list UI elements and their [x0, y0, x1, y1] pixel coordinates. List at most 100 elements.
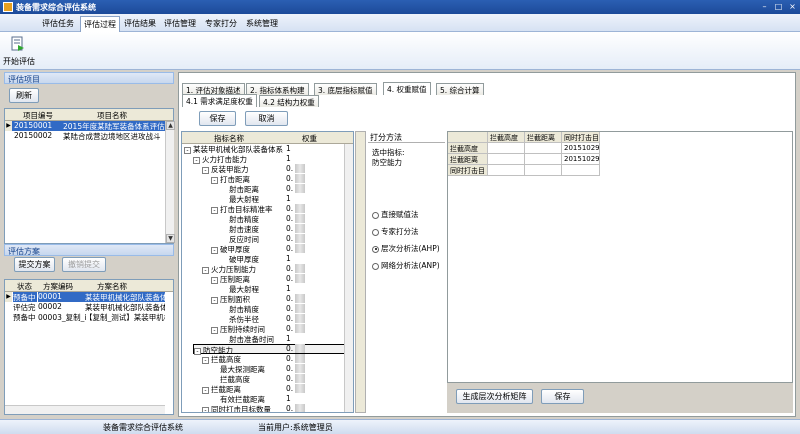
tree-row-weight[interactable]: 0. [286, 364, 293, 374]
tree-row[interactable]: - 防空能力 [193, 344, 348, 355]
tab-bottom-index[interactable]: 3. 底层指标赋值 [314, 83, 377, 95]
maximize-icon[interactable]: □ [772, 2, 785, 12]
tree-row-weight[interactable]: 0. [286, 344, 293, 354]
tree-row[interactable]: - 同时打击目标数量 [202, 404, 271, 412]
matrix-cell[interactable] [525, 143, 562, 154]
menu-results[interactable]: 评估结果 [124, 18, 156, 29]
tree-row[interactable]: 反应时间 [220, 234, 259, 244]
collapse-icon[interactable]: - [202, 166, 209, 174]
matrix-cell[interactable] [525, 154, 562, 165]
start-evaluation-button[interactable]: 开始评估 [0, 32, 42, 69]
tree-row[interactable]: - 火力压制能力 [202, 264, 256, 274]
tree-row-weight[interactable]: 1 [286, 194, 291, 204]
schemes-hscroll[interactable] [5, 405, 165, 414]
tree-row-weight[interactable]: 1 [286, 144, 291, 154]
save-button[interactable]: 保存 [199, 111, 236, 126]
tree-row[interactable]: - 破甲厚度 [211, 244, 250, 254]
menu-management[interactable]: 评估管理 [164, 18, 196, 29]
tree-row-weight[interactable]: 0. [286, 204, 293, 214]
tree-row-weight[interactable]: 0. [286, 244, 293, 254]
tree-row-weight[interactable]: 0. [286, 184, 293, 194]
collapse-icon[interactable]: - [202, 266, 209, 274]
radio-expert-scoring[interactable]: 专家打分法 [372, 226, 419, 237]
tree-row[interactable]: - 拦截距离 [202, 384, 241, 394]
splitter[interactable] [355, 131, 366, 413]
tree-row-weight[interactable]: 0. [286, 214, 293, 224]
radio-direct-assign[interactable]: 直接赋值法 [372, 209, 419, 220]
scheme-row[interactable]: 评估完 00002 某装甲机械化部队装备体 [5, 302, 173, 312]
tree-row[interactable]: 射击速度 [220, 224, 259, 234]
cancel-button[interactable]: 取消 [245, 111, 288, 126]
tree-row[interactable]: 有效拦截距离 [211, 394, 265, 404]
matrix-cell[interactable]: 2015102921 [562, 143, 600, 154]
tree-row[interactable]: - 打击目标精准率 [211, 204, 273, 214]
minimize-icon[interactable]: – [758, 2, 771, 12]
tree-row[interactable]: 杀伤半径 [220, 314, 259, 324]
submit-scheme-button[interactable]: 提交方案 [14, 257, 55, 272]
tree-row-weight[interactable]: 0. [286, 384, 293, 394]
tree-row-weight[interactable]: 1 [286, 154, 291, 164]
tree-row-weight[interactable]: 0. [286, 264, 293, 274]
tree-row-weight[interactable]: 1 [286, 394, 291, 404]
tree-row-weight[interactable]: 0. [286, 274, 293, 284]
scroll-down-icon[interactable]: ▼ [166, 234, 175, 243]
tree-row[interactable]: 破甲厚度 [220, 254, 259, 264]
project-row[interactable]: 20150002 某陆合成营边境地区进攻战斗 [5, 131, 165, 141]
tree-row-weight[interactable]: 0. [286, 234, 293, 244]
tree-row-weight[interactable]: 1 [286, 254, 291, 264]
collapse-icon[interactable]: - [202, 406, 209, 412]
menu-process[interactable]: 评估过程 [80, 16, 120, 32]
radio-ahp[interactable]: 层次分析法(AHP) [372, 243, 440, 254]
collapse-icon[interactable]: - [211, 176, 218, 184]
tree-row-weight[interactable]: 0. [286, 164, 293, 174]
collapse-icon[interactable]: - [193, 156, 200, 164]
tree-row-weight[interactable]: 0. [286, 314, 293, 324]
scheme-row[interactable]: ▶ 预备中 00001 某装甲机械化部队装备体 [5, 292, 173, 302]
matrix-cell[interactable] [488, 154, 525, 165]
tree-row[interactable]: 射击距离 [220, 184, 259, 194]
tree-row[interactable]: 射击精度 [220, 304, 259, 314]
project-row[interactable]: ▶ 20150001 2015年度某陆军装备体系评估 [5, 121, 165, 131]
generate-ahp-matrix-button[interactable]: 生成层次分析矩阵 [456, 389, 533, 404]
collapse-icon[interactable]: - [211, 206, 218, 214]
collapse-icon[interactable]: - [211, 276, 218, 284]
tree-row[interactable]: - 压制面积 [211, 294, 250, 304]
collapse-icon[interactable]: - [202, 356, 209, 364]
tree-row-weight[interactable]: 0. [286, 294, 293, 304]
matrix-cell[interactable] [525, 165, 562, 176]
tree-row-weight[interactable]: 0. [286, 304, 293, 314]
matrix-cell[interactable] [488, 143, 525, 154]
matrix-cell[interactable] [488, 165, 525, 176]
matrix-cell[interactable] [562, 165, 600, 176]
tree-row[interactable]: - 拦截高度 [202, 354, 241, 364]
tree-row[interactable]: - 某装甲机械化部队装备体系 [184, 144, 283, 154]
matrix-save-button[interactable]: 保存 [541, 389, 584, 404]
collapse-icon[interactable]: - [184, 146, 191, 154]
menu-expert-scoring[interactable]: 专家打分 [205, 18, 237, 29]
tree-row[interactable]: 射击精度 [220, 214, 259, 224]
tree-row-weight[interactable]: 0. [286, 374, 293, 384]
tree-row[interactable]: - 反装甲能力 [202, 164, 249, 174]
tree-row[interactable]: 最大射程 [220, 284, 259, 294]
scheme-row[interactable]: 预备中 00003_复制_i 【复制_测试】某装甲机械 [5, 312, 173, 322]
tab-structure-weight[interactable]: 4.2 结构力权重 [259, 95, 319, 107]
tab-comprehensive-calc[interactable]: 5. 综合计算 [436, 83, 484, 95]
projects-vscroll[interactable]: ▲ ▼ [165, 121, 175, 243]
collapse-icon[interactable]: - [194, 347, 201, 355]
tree-row-weight[interactable]: 1 [286, 334, 291, 344]
tab-weight-assignment[interactable]: 4. 权重赋值 [383, 82, 431, 95]
menu-tasks[interactable]: 评估任务 [42, 18, 74, 29]
menu-system[interactable]: 系统管理 [246, 18, 278, 29]
collapse-icon[interactable]: - [211, 296, 218, 304]
tree-row[interactable]: - 打击距离 [211, 174, 250, 184]
tree-row[interactable]: 拦截高度 [211, 374, 250, 384]
scroll-up-icon[interactable]: ▲ [166, 121, 175, 130]
tree-row[interactable]: 最大探测距离 [211, 364, 265, 374]
tree-row[interactable]: 最大射程 [220, 194, 259, 204]
tree-row-weight[interactable]: 0. [286, 224, 293, 234]
radio-anp[interactable]: 网络分析法(ANP) [372, 260, 440, 271]
matrix-cell[interactable]: 2015102921 [562, 154, 600, 165]
refresh-button[interactable]: 刷新 [9, 88, 39, 103]
tree-row-weight[interactable]: 0. [286, 354, 293, 364]
tree-row[interactable]: - 压制距离 [211, 274, 250, 284]
